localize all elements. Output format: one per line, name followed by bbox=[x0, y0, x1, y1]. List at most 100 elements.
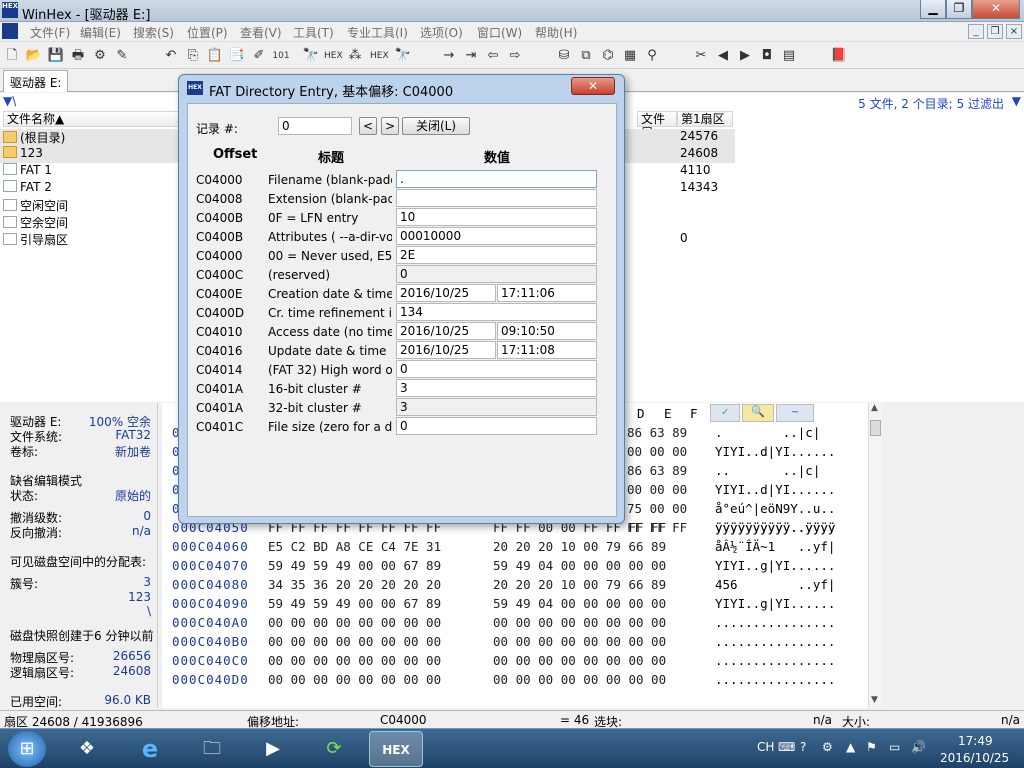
save-icon[interactable]: 💾 bbox=[47, 47, 65, 65]
find-text-icon[interactable]: ⁂ bbox=[346, 47, 364, 65]
tray-keyboard-icon[interactable]: ⌨ bbox=[778, 740, 795, 754]
tray-lang[interactable]: CH bbox=[757, 740, 774, 754]
prev-record-button[interactable]: < bbox=[359, 117, 377, 135]
undo-icon[interactable]: ↶ bbox=[162, 47, 180, 65]
record-input[interactable]: 0 bbox=[278, 117, 352, 135]
tray-expand-icon[interactable]: ▲ bbox=[846, 740, 855, 754]
entry-time-value[interactable]: 17:11:08 bbox=[497, 341, 597, 359]
find-icon[interactable]: 🔭 bbox=[302, 47, 320, 65]
edit-icon[interactable]: ✎ bbox=[113, 47, 131, 65]
menu-edit[interactable]: 编辑(E) bbox=[80, 24, 121, 41]
taskbar-media-icon[interactable]: ▶ bbox=[246, 731, 300, 767]
tray-time[interactable]: 17:49 bbox=[958, 734, 993, 748]
properties-icon[interactable]: ⚙ bbox=[91, 47, 109, 65]
tray-settings-icon[interactable]: ⚙ bbox=[822, 740, 833, 754]
calc-icon[interactable]: ▤ bbox=[780, 47, 798, 65]
print-icon[interactable]: 🖶 bbox=[69, 47, 87, 65]
goto-sector-icon[interactable]: ⇥ bbox=[462, 47, 480, 65]
tray-flag-icon[interactable]: ⚑ bbox=[866, 740, 877, 754]
mdi-close-button[interactable]: × bbox=[1006, 24, 1022, 39]
tray-network-icon[interactable]: ▭ bbox=[889, 740, 900, 754]
next-record-button[interactable]: > bbox=[381, 117, 399, 135]
hex-scrollbar[interactable]: ▲ ▼ bbox=[868, 403, 882, 708]
tray-help-icon[interactable]: ? bbox=[800, 740, 806, 754]
entry-value[interactable]: 0 bbox=[396, 265, 597, 283]
maximize-button[interactable]: ❐ bbox=[946, 0, 972, 19]
filter-funnel-icon[interactable]: ▼ bbox=[1012, 94, 1021, 108]
menu-options[interactable]: 选项(O) bbox=[420, 24, 463, 41]
taskbar-winhex-icon[interactable]: HEX bbox=[369, 731, 423, 767]
tray-date[interactable]: 2016/10/25 bbox=[940, 751, 1009, 765]
column-first-sector[interactable]: 第1扇区 bbox=[677, 111, 733, 127]
ram-icon[interactable]: ▦ bbox=[621, 47, 639, 65]
scroll-thumb[interactable] bbox=[870, 420, 881, 436]
wave-icon[interactable]: ~ bbox=[776, 404, 814, 422]
scroll-up-icon[interactable]: ▲ bbox=[871, 403, 878, 413]
check-icon[interactable]: ✓ bbox=[710, 404, 740, 422]
column-attributes[interactable]: 文件属 bbox=[637, 111, 677, 140]
open-folder-icon[interactable]: 📂 bbox=[25, 47, 43, 65]
entry-value[interactable]: 10 bbox=[396, 208, 597, 226]
entry-value[interactable]: . bbox=[396, 170, 597, 188]
scroll-down-icon[interactable]: ▼ bbox=[871, 695, 878, 705]
find-next-icon[interactable]: 🔭 bbox=[394, 47, 412, 65]
mdi-restore-button[interactable]: ❐ bbox=[987, 24, 1003, 39]
entry-value[interactable]: 2016/10/25 bbox=[396, 284, 496, 302]
entry-value[interactable]: 0 bbox=[396, 360, 597, 378]
menu-tools[interactable]: 工具(T) bbox=[293, 24, 334, 41]
paste-icon[interactable]: 📋 bbox=[206, 47, 224, 65]
goto-offset-icon[interactable]: → bbox=[440, 47, 458, 65]
binary-icon[interactable]: 101 bbox=[272, 47, 290, 65]
find-hex-icon[interactable]: HEX bbox=[324, 47, 343, 65]
next-icon[interactable]: ▶ bbox=[736, 47, 754, 65]
taskbar-browser-icon[interactable]: ⟳ bbox=[307, 731, 361, 767]
dialog-close-icon[interactable]: ✕ bbox=[571, 77, 615, 95]
entry-value[interactable] bbox=[396, 189, 597, 207]
taskbar-explorer-icon[interactable]: 🗀 bbox=[185, 731, 239, 767]
copy-icon[interactable]: ⎘ bbox=[184, 47, 202, 65]
entry-value[interactable]: 0 bbox=[396, 417, 597, 435]
camera-icon[interactable]: ◘ bbox=[758, 47, 776, 65]
start-button[interactable]: ⊞ bbox=[8, 731, 46, 767]
menu-position[interactable]: 位置(P) bbox=[187, 24, 228, 41]
entry-value[interactable]: 2016/10/25 bbox=[396, 322, 496, 340]
entry-value[interactable]: 2016/10/25 bbox=[396, 341, 496, 359]
filter-icon[interactable]: ▼\ bbox=[3, 94, 16, 108]
new-file-icon[interactable]: 🗋 bbox=[3, 47, 21, 65]
entry-value[interactable]: 3 bbox=[396, 398, 597, 416]
menu-window[interactable]: 窗口(W) bbox=[477, 24, 522, 41]
search-icon[interactable]: ⚲ bbox=[643, 47, 661, 65]
entry-value[interactable]: 2E bbox=[396, 246, 597, 264]
close-dialog-button[interactable]: 关闭(L) bbox=[402, 117, 470, 135]
entry-value[interactable]: 134 bbox=[396, 303, 597, 321]
tab-drive-e[interactable]: 驱动器 E: bbox=[3, 70, 69, 92]
menu-help[interactable]: 帮助(H) bbox=[535, 24, 577, 41]
entry-value[interactable]: 3 bbox=[396, 379, 597, 397]
menu-file[interactable]: 文件(F) bbox=[30, 24, 70, 41]
menu-search[interactable]: 搜索(S) bbox=[133, 24, 174, 41]
close-window-button[interactable]: ✕ bbox=[972, 0, 1020, 19]
book-icon[interactable]: 📕 bbox=[830, 47, 848, 65]
disk-icon[interactable]: ⛁ bbox=[555, 47, 573, 65]
disk-tools-icon[interactable]: ⌬ bbox=[599, 47, 617, 65]
back-icon[interactable]: ⇦ bbox=[484, 47, 502, 65]
tray-volume-icon[interactable]: 🔊 bbox=[911, 740, 926, 754]
entry-time-value[interactable]: 09:10:50 bbox=[497, 322, 597, 340]
cut-icon[interactable]: ✂ bbox=[692, 47, 710, 65]
view-magnify-icon[interactable]: 🔍 bbox=[742, 404, 774, 422]
mdi-minimize-button[interactable]: _ bbox=[968, 24, 984, 39]
taskbar-ie-icon[interactable]: e bbox=[123, 731, 177, 767]
disk-clone-icon[interactable]: ⧉ bbox=[577, 47, 595, 65]
menu-pro-tools[interactable]: 专业工具(I) bbox=[347, 24, 408, 41]
replace-hex-icon[interactable]: HEX bbox=[370, 47, 389, 65]
paste-special-icon[interactable]: 📑 bbox=[228, 47, 246, 65]
entry-time-value[interactable]: 17:11:06 bbox=[497, 284, 597, 302]
entry-value[interactable]: 00010000 bbox=[396, 227, 597, 245]
menu-view[interactable]: 查看(V) bbox=[240, 24, 282, 41]
prev-icon[interactable]: ◀ bbox=[714, 47, 732, 65]
write-icon[interactable]: ✐ bbox=[250, 47, 268, 65]
minimize-button[interactable]: ▁ bbox=[920, 0, 946, 19]
taskbar-app-photos[interactable]: ❖ bbox=[60, 731, 114, 767]
forward-icon[interactable]: ⇨ bbox=[506, 47, 524, 65]
column-filename[interactable]: 文件名称▲ bbox=[3, 111, 179, 127]
